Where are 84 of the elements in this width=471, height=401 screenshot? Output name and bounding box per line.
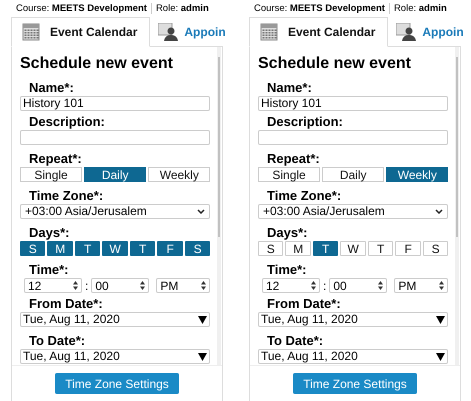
dropdown-triangle-icon <box>198 316 208 324</box>
dropdown-triangle-icon <box>198 352 208 360</box>
day-toggle[interactable]: T <box>74 241 100 256</box>
dropdown-triangle-icon <box>436 352 446 360</box>
scrollbar[interactable] <box>455 47 459 365</box>
day-toggle[interactable]: W <box>102 241 128 256</box>
tab[interactable]: Event Calendar <box>249 17 388 47</box>
day-toggle[interactable]: W <box>340 241 366 256</box>
day-toggle[interactable]: M <box>285 241 311 256</box>
field-label: Name*: <box>28 80 75 95</box>
person-icon <box>396 22 416 40</box>
repeat-option[interactable]: Daily <box>322 167 384 182</box>
field-label: Time Zone*: <box>266 188 342 203</box>
date-field[interactable]: Tue, Aug 11, 2020 <box>258 312 448 327</box>
spinner-arrows-icon <box>201 281 206 290</box>
spinner-arrows-icon <box>311 281 316 290</box>
form-title: Schedule new event <box>258 55 412 73</box>
field-label: Name*: <box>266 80 313 95</box>
field-label: Description: <box>28 114 106 129</box>
chevron-icon <box>435 209 444 214</box>
course-label: Course: MEETS Development <box>254 2 385 14</box>
field-label: Days*: <box>28 225 70 240</box>
form-title: Schedule new event <box>20 55 174 73</box>
spinner-arrows-icon <box>73 281 78 290</box>
day-toggle[interactable]: S <box>20 241 46 256</box>
repeat-option[interactable]: Weekly <box>386 167 448 182</box>
date-field[interactable]: Tue, Aug 11, 2020 <box>20 312 210 327</box>
description-field[interactable] <box>258 130 448 145</box>
spinner-arrows-icon <box>378 281 384 290</box>
tab[interactable]: Event Calendar <box>11 17 150 47</box>
time-separator: : <box>85 278 88 292</box>
name-field[interactable]: History 101 <box>258 96 448 111</box>
repeat-option[interactable]: Weekly <box>148 167 210 182</box>
time-zone-select[interactable]: +03:00 Asia/Jerusalem <box>20 204 210 219</box>
day-toggle[interactable]: M <box>47 241 73 256</box>
day-toggle[interactable]: T <box>368 241 394 256</box>
calendar-icon <box>22 23 40 41</box>
hour-spinner[interactable]: 12 <box>24 278 82 293</box>
field-label: To Date*: <box>28 333 86 348</box>
person-icon <box>158 22 178 40</box>
period-spinner[interactable]: PM <box>156 278 210 293</box>
field-label: Time Zone*: <box>28 188 104 203</box>
field-label: Time*: <box>266 262 308 277</box>
day-toggle[interactable]: S <box>422 241 448 256</box>
time-zone-settings-button[interactable]: Time Zone Settings <box>293 373 417 394</box>
field-label: Description: <box>266 114 344 129</box>
time-zone-settings-button[interactable]: Time Zone Settings <box>55 373 179 394</box>
day-toggle[interactable]: T <box>130 241 156 256</box>
course-label: Course: MEETS Development <box>16 2 147 14</box>
day-toggle[interactable]: S <box>258 241 284 256</box>
date-field[interactable]: Tue, Aug 11, 2020 <box>258 349 448 364</box>
day-toggle[interactable]: S <box>184 241 210 256</box>
repeat-option[interactable]: Daily <box>84 167 146 182</box>
minute-spinner[interactable]: 00 <box>91 278 150 293</box>
scrollbar[interactable] <box>217 47 221 365</box>
repeat-option[interactable]: Single <box>258 167 320 182</box>
field-label: Repeat*: <box>266 151 321 166</box>
field-label: Repeat*: <box>28 151 83 166</box>
field-label: From Date*: <box>266 296 342 311</box>
field-label: From Date*: <box>28 296 104 311</box>
tab[interactable]: Appoin <box>388 17 464 46</box>
spinner-arrows-icon <box>439 281 444 290</box>
name-field[interactable]: History 101 <box>20 96 210 111</box>
date-field[interactable]: Tue, Aug 11, 2020 <box>20 349 210 364</box>
field-label: Days*: <box>266 225 308 240</box>
day-toggle[interactable]: T <box>312 241 338 256</box>
day-toggle[interactable]: F <box>395 241 421 256</box>
tab[interactable]: Appoin <box>150 17 226 46</box>
day-toggle[interactable]: F <box>157 241 183 256</box>
hour-spinner[interactable]: 12 <box>262 278 320 293</box>
role-label: Role: admin <box>394 2 447 14</box>
calendar-icon <box>260 23 278 41</box>
period-spinner[interactable]: PM <box>394 278 448 293</box>
field-label: To Date*: <box>266 333 324 348</box>
description-field[interactable] <box>20 130 210 145</box>
dropdown-triangle-icon <box>436 316 446 324</box>
chevron-icon <box>197 209 206 214</box>
time-zone-select[interactable]: +03:00 Asia/Jerusalem <box>258 204 448 219</box>
repeat-option[interactable]: Single <box>20 167 82 182</box>
time-separator: : <box>323 278 326 292</box>
spinner-arrows-icon <box>140 281 146 290</box>
field-label: Time*: <box>28 262 70 277</box>
role-label: Role: admin <box>156 2 209 14</box>
minute-spinner[interactable]: 00 <box>329 278 388 293</box>
